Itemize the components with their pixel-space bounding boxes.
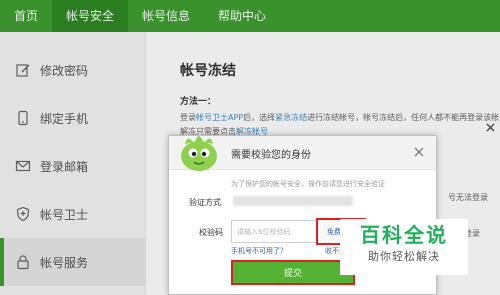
mascot-icon [175,128,223,174]
verify-method-label: 验证方式 [189,198,221,207]
submit-button[interactable]: 提交 [231,260,355,285]
dialog-title: 需要校验您的身份 [231,150,311,161]
watermark: 百科全说 助你轻松解决 [340,219,468,275]
code-label: 校验码 [199,228,223,237]
verification-code-input[interactable] [231,220,319,243]
dialog-header: 需要校验您的身份 [169,136,436,171]
masked-phone-number [233,196,353,206]
watermark-subtitle: 助你轻松解决 [368,250,440,263]
security-hint: 为了保护您的帐号安全，操作前请您进行安全验证 [231,180,385,188]
close-icon[interactable] [412,144,426,158]
watermark-title: 百科全说 [360,223,448,247]
phone-unavailable-link[interactable]: 手机号不可用了？ [231,246,287,256]
